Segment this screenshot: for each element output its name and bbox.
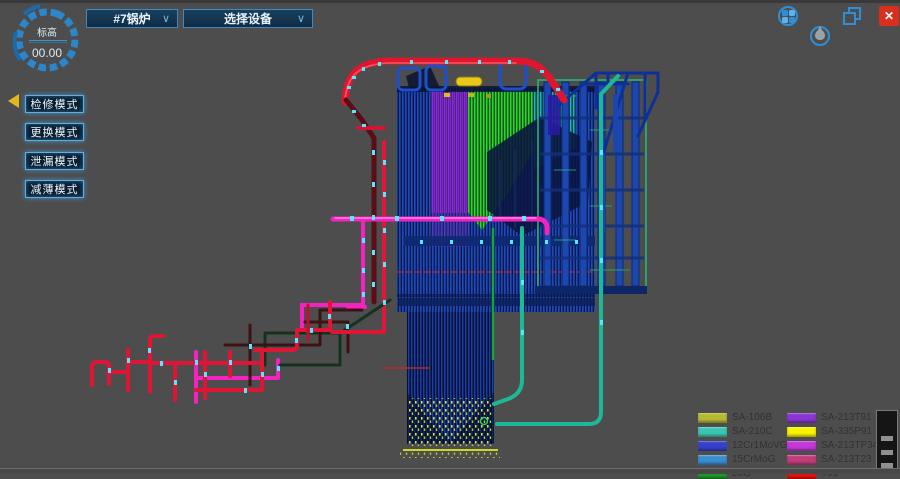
- panel-collapse-arrow[interactable]: [8, 94, 19, 108]
- mode-button-overhaul[interactable]: 检修模式: [25, 95, 84, 113]
- legend-item[interactable]: SA-335P91: [787, 426, 872, 437]
- mode-button-replace[interactable]: 更换模式: [25, 123, 84, 141]
- device-select-value: 选择设备: [224, 10, 272, 27]
- furnace-lower-column: [382, 312, 500, 458]
- legend-scrollbar[interactable]: [876, 410, 898, 473]
- hanger-pipe: [613, 94, 618, 152]
- grid-square: [782, 10, 788, 16]
- legend-swatch: [787, 455, 816, 465]
- chevron-down-icon: ∨: [162, 12, 170, 25]
- device-select-dropdown[interactable]: 选择设备 ∨: [183, 9, 313, 28]
- droplet-shape: [815, 30, 825, 40]
- window-bottom-edge: [0, 468, 900, 474]
- legend-item[interactable]: SA-106B: [698, 412, 772, 423]
- legend-swatch: [698, 455, 727, 465]
- gauge-value: 00.00: [4, 46, 90, 60]
- boiler-select-value: #7锅炉: [113, 10, 150, 27]
- layers-icon[interactable]: [842, 6, 864, 28]
- legend-label: 12Cr1MoVG: [732, 440, 788, 451]
- close-button[interactable]: ✕: [879, 6, 899, 26]
- legend-item[interactable]: 12Cr1MoVG: [698, 440, 788, 451]
- chevron-down-icon: ∨: [297, 12, 305, 25]
- legend-label: SA-106B: [732, 412, 772, 423]
- lower-left-pipe-network: [92, 300, 390, 400]
- legend-label: SA-213T23: [821, 454, 872, 465]
- legend-label: 15CrMoG: [732, 454, 775, 465]
- legend-label: SA-335P91: [821, 426, 872, 437]
- legend-label: SA-210C: [732, 426, 773, 437]
- legend-label: SA-213T91: [821, 412, 872, 423]
- legend-item[interactable]: SA-213T23: [787, 454, 872, 465]
- boiler-3d-viewport[interactable]: [0, 0, 900, 473]
- legend-swatch: [787, 413, 816, 423]
- mode-button-leak[interactable]: 泄漏模式: [25, 152, 84, 170]
- droplet-icon[interactable]: [810, 26, 830, 46]
- boiler-select-dropdown[interactable]: #7锅炉 ∨: [86, 9, 178, 28]
- elevation-gauge: 标高 00.00: [4, 2, 90, 82]
- legend-swatch: [698, 427, 727, 437]
- gauge-divider: [29, 40, 67, 41]
- legend-item[interactable]: SA-210C: [698, 426, 773, 437]
- scrollbar-mark: [881, 450, 893, 455]
- legend-item[interactable]: SA-213T91: [787, 412, 872, 423]
- mode-button-thinning[interactable]: 减薄模式: [25, 180, 84, 198]
- gauge-label: 标高: [4, 24, 90, 39]
- legend-swatch: [787, 427, 816, 437]
- legend-swatch: [787, 441, 816, 451]
- scrollbar-mark: [881, 436, 893, 441]
- apps-grid-icon[interactable]: [778, 6, 798, 26]
- layer-front: [843, 12, 856, 25]
- legend-swatch: [698, 441, 727, 451]
- legend-item[interactable]: 15CrMoG: [698, 454, 775, 465]
- grid-square: [789, 10, 795, 16]
- legend-swatch: [698, 413, 727, 423]
- gauge-ring: [4, 2, 90, 82]
- grid-square: [782, 17, 788, 23]
- grid-square: [789, 17, 795, 23]
